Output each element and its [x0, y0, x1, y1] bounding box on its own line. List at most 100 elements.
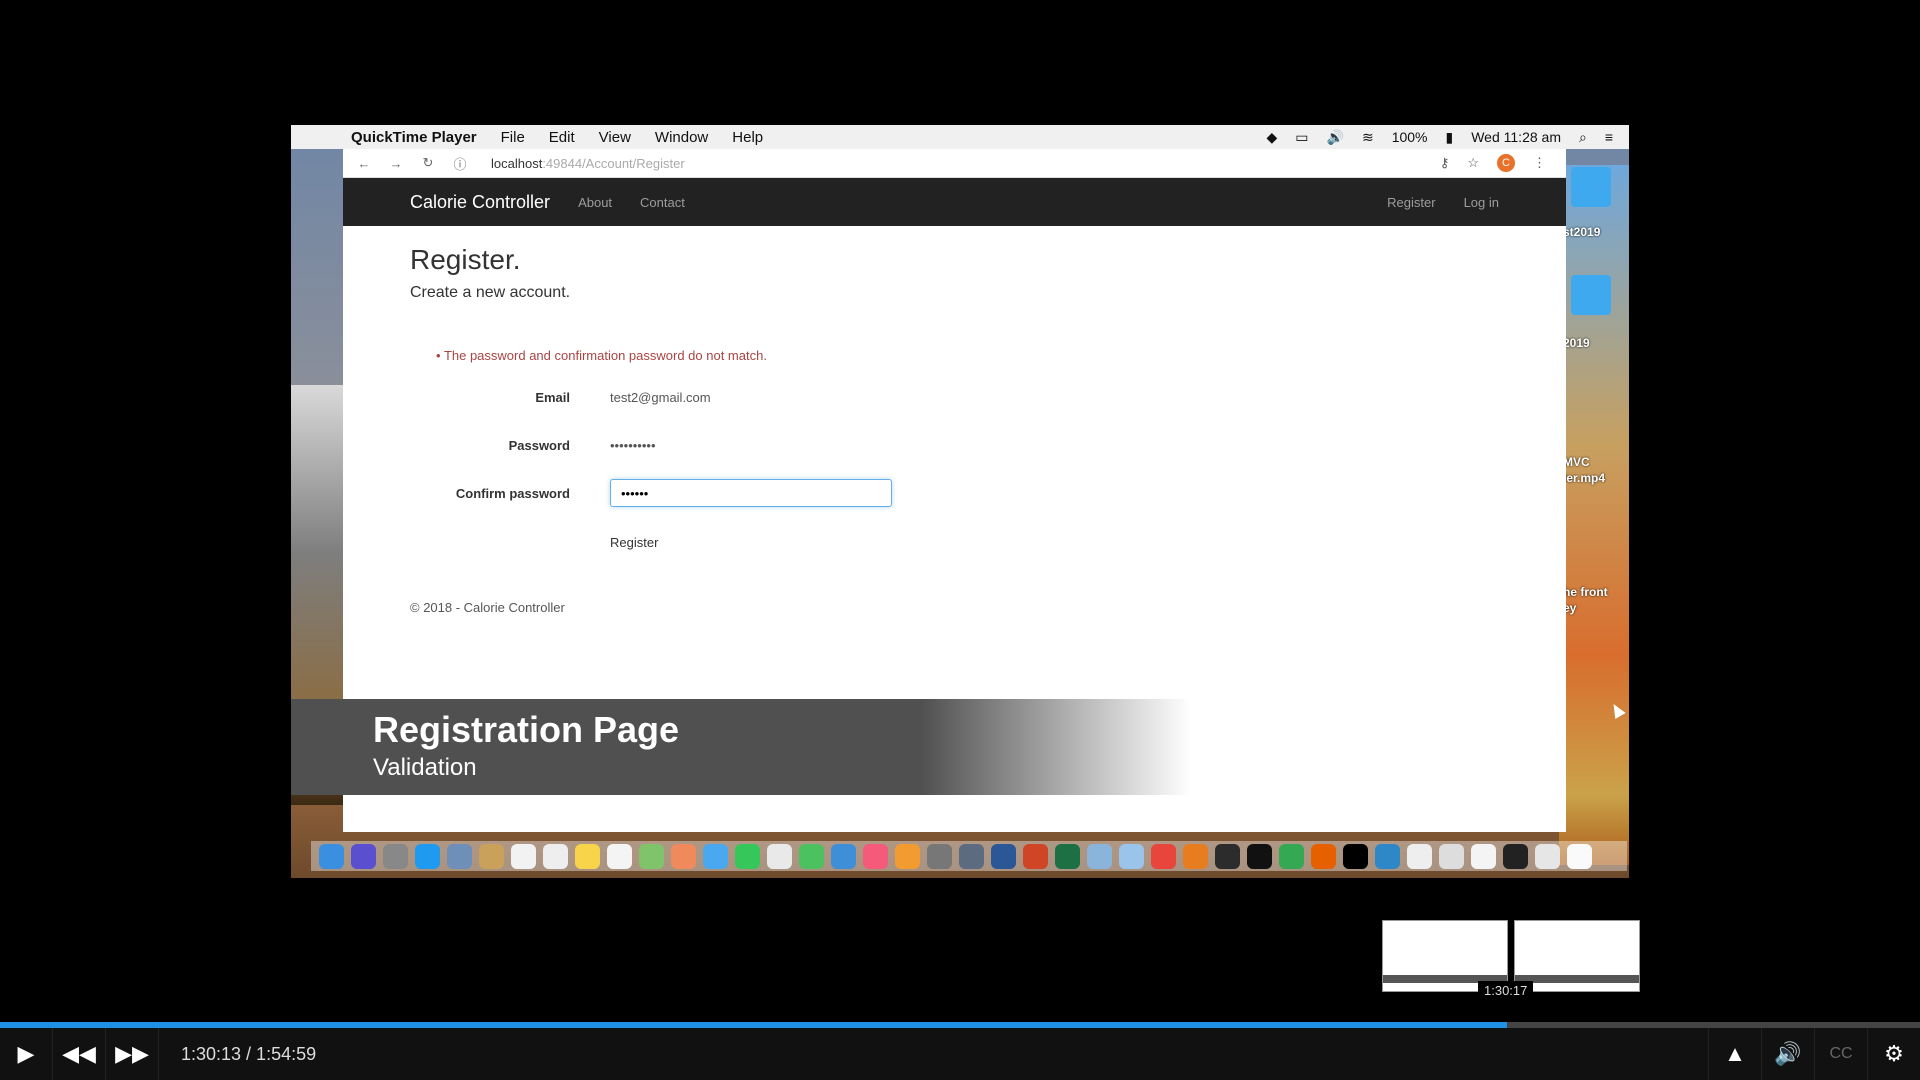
battery-icon[interactable]: ▮: [1446, 129, 1454, 146]
transcript-icon[interactable]: ▲: [1708, 1028, 1761, 1080]
site-navbar: Calorie Controller About Contact Registe…: [343, 178, 1566, 226]
email-label: Email: [535, 389, 570, 405]
validation-error: • The password and confirmation password…: [436, 348, 767, 363]
page-title: Register.: [410, 244, 521, 275]
site-brand-link[interactable]: Calorie Controller: [410, 192, 550, 213]
siri-icon[interactable]: [351, 843, 376, 869]
volume-icon[interactable]: 🔊: [1327, 129, 1344, 146]
document-stack-icon[interactable]: [1407, 843, 1432, 869]
excel-icon[interactable]: [1055, 843, 1080, 869]
intellij-icon[interactable]: [1215, 843, 1240, 869]
info-icon[interactable]: ⓘ: [449, 154, 471, 173]
register-button[interactable]: Register: [610, 535, 1499, 550]
volume-button[interactable]: 🔊: [1761, 1028, 1814, 1080]
vivaldi-icon[interactable]: [1151, 843, 1176, 869]
desktop-folder-icon[interactable]: [1571, 167, 1611, 207]
virtualbox-icon[interactable]: [959, 843, 984, 869]
closed-captions-button[interactable]: CC: [1814, 1028, 1867, 1080]
nav-about-link[interactable]: About: [578, 195, 612, 210]
calendar-icon[interactable]: [511, 843, 536, 869]
playback-time: 1:30:13 / 1:54:59: [181, 1043, 317, 1064]
battery-status[interactable]: 100%: [1392, 129, 1428, 145]
photos-icon[interactable]: [671, 843, 696, 869]
app-store-icon[interactable]: [1119, 843, 1144, 869]
player-controls: ▶ ◀◀ ▶▶ 1:30:13 / 1:54:59 ▲ 🔊 CC ⚙: [0, 1028, 1920, 1080]
maps-icon[interactable]: [639, 843, 664, 869]
system-preferences-icon[interactable]: [927, 843, 952, 869]
safari-icon[interactable]: [415, 843, 440, 869]
word-icon[interactable]: [991, 843, 1016, 869]
back-arrow-icon[interactable]: ←: [353, 156, 375, 171]
menu-help[interactable]: Help: [732, 129, 763, 146]
powerpoint-icon[interactable]: [1023, 843, 1048, 869]
password-label: Password: [508, 437, 570, 453]
page-content: Register. Create a new account. • The pa…: [343, 226, 1566, 615]
nav-login-link[interactable]: Log in: [1464, 195, 1499, 210]
address-bar: ← → ↻ ⓘ localhost:49844/Account/Register…: [343, 149, 1566, 178]
bookmark-star-icon[interactable]: ☆: [1467, 155, 1479, 171]
profile-avatar[interactable]: C: [1497, 154, 1515, 172]
wifi-icon[interactable]: ≋: [1362, 129, 1374, 146]
menu-view[interactable]: View: [599, 129, 631, 146]
menu-edit[interactable]: Edit: [549, 129, 575, 146]
desktop-label: st2019: [1563, 225, 1601, 239]
messages-icon[interactable]: [703, 843, 728, 869]
desktop-label: he front: [1563, 585, 1608, 599]
reload-icon[interactable]: ↻: [417, 155, 439, 171]
rewind-button[interactable]: ◀◀: [53, 1028, 106, 1080]
launchpad-icon[interactable]: [383, 843, 408, 869]
confirm-password-label: Confirm password: [455, 485, 570, 501]
textedit-icon[interactable]: [543, 843, 568, 869]
email-row: Email test2@gmail.com: [410, 383, 1499, 411]
confirm-password-field[interactable]: [610, 479, 892, 507]
firefox-icon[interactable]: [1311, 843, 1336, 869]
forward-arrow-icon[interactable]: →: [385, 156, 407, 171]
desktop-label: 2019: [1563, 336, 1590, 350]
nav-contact-link[interactable]: Contact: [640, 195, 685, 210]
keynote-icon[interactable]: [831, 843, 856, 869]
more-menu-icon[interactable]: ⋮: [1533, 155, 1546, 171]
trash-icon[interactable]: [1567, 843, 1592, 869]
contacts-icon[interactable]: [479, 843, 504, 869]
url-input[interactable]: localhost:49844/Account/Register: [491, 156, 685, 171]
preview-icon[interactable]: [447, 843, 472, 869]
dropbox-icon[interactable]: ◆: [1267, 129, 1278, 146]
ibooks-icon[interactable]: [895, 843, 920, 869]
page-footer: © 2018 - Calorie Controller: [410, 600, 565, 615]
notification-center-icon[interactable]: ≡: [1605, 129, 1613, 145]
finder-icon[interactable]: [319, 843, 344, 869]
apple-icon[interactable]: [311, 128, 329, 146]
document-stack-icon[interactable]: [1471, 843, 1496, 869]
url-path: :49844/Account/Register: [542, 155, 685, 171]
caption-title: Registration Page: [373, 709, 680, 750]
itunes-icon[interactable]: [863, 843, 888, 869]
settings-gear-icon[interactable]: ⚙: [1867, 1028, 1920, 1080]
terminal-icon[interactable]: [1247, 843, 1272, 869]
desktop-folder-icon[interactable]: [1571, 275, 1611, 315]
key-icon[interactable]: ⚷: [1440, 155, 1450, 171]
chrome-icon[interactable]: [1279, 843, 1304, 869]
activity-monitor-icon[interactable]: [1343, 843, 1368, 869]
menu-window[interactable]: Window: [655, 129, 708, 146]
fast-forward-button[interactable]: ▶▶: [106, 1028, 159, 1080]
java-icon[interactable]: [1183, 843, 1208, 869]
numbers-icon[interactable]: [799, 843, 824, 869]
document-stack-icon[interactable]: [1503, 843, 1528, 869]
facetime-icon[interactable]: [735, 843, 760, 869]
notes-icon[interactable]: [575, 843, 600, 869]
reminders-icon[interactable]: [607, 843, 632, 869]
pages-icon[interactable]: [767, 843, 792, 869]
airplay-icon[interactable]: ▭: [1295, 129, 1308, 146]
downloads-stack-icon[interactable]: [1535, 843, 1560, 869]
spotlight-search-icon[interactable]: ⌕: [1579, 129, 1587, 146]
menu-file[interactable]: File: [501, 129, 525, 146]
clock[interactable]: Wed 11:28 am: [1471, 129, 1561, 145]
network-icon[interactable]: [1087, 843, 1112, 869]
password-field[interactable]: ••••••••••: [610, 438, 656, 453]
document-stack-icon[interactable]: [1439, 843, 1464, 869]
email-field[interactable]: test2@gmail.com: [610, 390, 711, 405]
menu-app-name[interactable]: QuickTime Player: [351, 129, 477, 146]
quicktime-icon[interactable]: [1375, 843, 1400, 869]
nav-register-link[interactable]: Register: [1387, 195, 1435, 210]
play-button[interactable]: ▶: [0, 1028, 53, 1080]
